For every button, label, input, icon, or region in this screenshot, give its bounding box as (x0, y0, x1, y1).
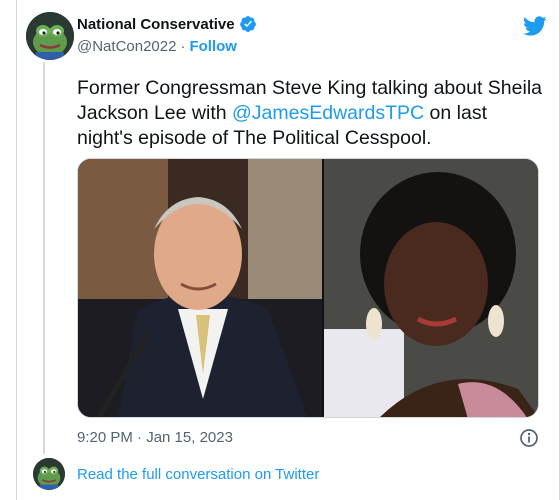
display-name[interactable]: National Conservative (77, 16, 235, 33)
photo-composite (78, 159, 538, 417)
info-icon[interactable] (519, 428, 539, 448)
follow-button[interactable]: Follow (189, 38, 237, 55)
tweet-text: Former Congressman Steve King talking ab… (77, 76, 547, 151)
tweet-media-image[interactable] (77, 158, 539, 418)
frog-avatar-small-icon (33, 458, 65, 490)
profile-avatar[interactable] (26, 12, 74, 60)
mention-link[interactable]: @JamesEdwardsTPC (232, 102, 424, 124)
handle[interactable]: @NatCon2022 (77, 38, 176, 55)
twitter-bird-icon[interactable] (523, 14, 547, 38)
tweet-header: National Conservative @NatCon2022 · Foll… (77, 13, 547, 59)
separator-dot: · (180, 37, 186, 55)
reply-avatar[interactable] (33, 458, 65, 490)
verified-badge-icon (239, 15, 257, 33)
read-conversation-link[interactable]: Read the full conversation on Twitter (77, 466, 319, 483)
frog-avatar-icon (26, 12, 74, 60)
thread-line (43, 62, 45, 454)
tweet-card[interactable]: National Conservative @NatCon2022 · Foll… (16, 0, 560, 500)
tweet-timestamp[interactable]: 9:20 PM · Jan 15, 2023 (77, 429, 233, 446)
